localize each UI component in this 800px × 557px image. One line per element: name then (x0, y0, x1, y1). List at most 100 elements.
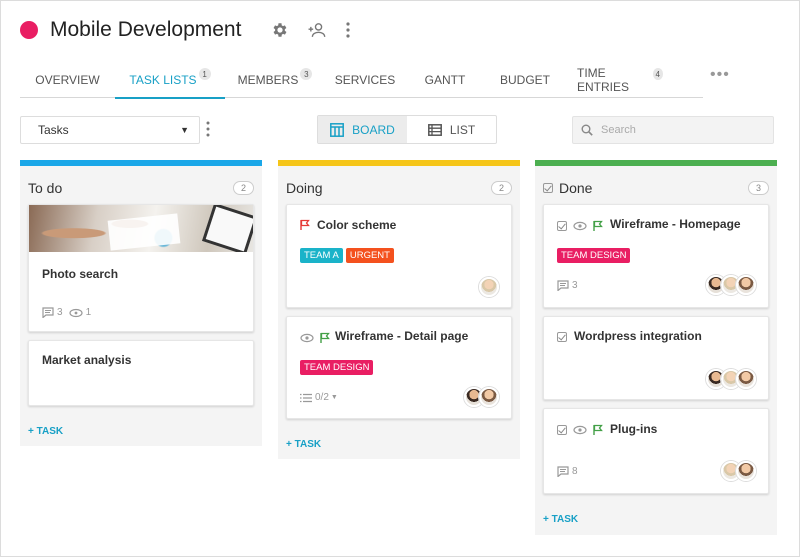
tab-label: GANTT (424, 73, 466, 87)
tab-task-lists[interactable]: TASK LISTS 1 (115, 62, 225, 99)
card-title: Wordpress integration (574, 329, 702, 343)
column-todo: To do 2 Photo search 3 1 Market analysis… (20, 160, 262, 446)
assignee-avatars (479, 277, 499, 297)
list-icon (427, 123, 442, 136)
tab-time-entries[interactable]: TIME ENTRIES 4 (565, 62, 675, 98)
column-title: To do (28, 180, 63, 196)
tab-services[interactable]: SERVICES (325, 62, 405, 98)
task-card-market-analysis[interactable]: Market analysis (28, 340, 254, 406)
comment-count: 3 (42, 307, 63, 318)
tab-label: BUDGET (499, 73, 550, 87)
assignee-avatars (721, 461, 756, 481)
view-count-value: 1 (85, 307, 92, 318)
checkbox-icon[interactable] (557, 332, 567, 342)
task-card-plug-ins[interactable]: Plug-ins 8 (543, 408, 769, 494)
add-task-button[interactable]: + TASK (286, 439, 321, 450)
caret-down-icon: ▼ (330, 394, 338, 401)
gear-icon[interactable] (271, 21, 289, 39)
card-title: Color scheme (317, 218, 397, 232)
comment-count-value: 8 (572, 466, 578, 477)
flag-icon (593, 424, 603, 435)
list-label: LIST (449, 122, 476, 137)
board-view-button[interactable]: BOARD (318, 116, 407, 143)
flag-icon (320, 332, 330, 343)
column-count: 2 (490, 181, 512, 195)
avatar[interactable] (479, 277, 499, 297)
tab-label: TIME ENTRIES (577, 66, 630, 94)
flag-icon (300, 219, 310, 230)
task-card-wireframe-detail[interactable]: Wireframe - Detail page TEAM DESIGN 0/2 … (286, 316, 512, 419)
tab-overview[interactable]: OVERVIEW (20, 62, 115, 98)
more-horiz-icon[interactable]: ••• (710, 66, 730, 84)
eye-icon (573, 221, 587, 231)
tag-team-a: TEAM A (300, 248, 343, 263)
checklist-value: 0/2 (315, 392, 329, 403)
tag-team-design: TEAM DESIGN (557, 248, 631, 263)
task-card-photo-search[interactable]: Photo search 3 1 (28, 204, 254, 332)
view-count: 1 (68, 307, 92, 318)
comment-count-value: 3 (572, 280, 578, 291)
tab-members[interactable]: MEMBERS 3 (225, 62, 325, 98)
search-box (572, 116, 774, 144)
project-title: Mobile Development (50, 18, 242, 41)
assignee-avatars (706, 369, 756, 389)
column-header: Done 3 (535, 172, 777, 204)
column-color-bar (278, 160, 520, 166)
column-header: To do 2 (20, 172, 262, 204)
avatar[interactable] (736, 275, 756, 295)
card-title: Wireframe - Detail page (335, 329, 469, 343)
tag-team-design: TEAM DESIGN (300, 360, 374, 375)
caret-down-icon: ▼ (180, 125, 189, 135)
search-input[interactable] (601, 124, 761, 136)
add-task-button[interactable]: + TASK (28, 426, 63, 437)
assignee-avatars (464, 387, 499, 407)
view-toggle: BOARD LIST (317, 115, 497, 144)
task-card-wordpress-integration[interactable]: Wordpress integration (543, 316, 769, 400)
comment-count: 3 (557, 280, 578, 291)
comment-count-value: 3 (57, 307, 63, 318)
assignee-avatars (706, 275, 756, 295)
more-vert-icon[interactable] (345, 22, 351, 38)
tab-budget[interactable]: BUDGET (485, 62, 565, 98)
avatar[interactable] (736, 461, 756, 481)
column-title-text: Done (559, 180, 593, 196)
column-count: 2 (232, 181, 254, 195)
add-task-button[interactable]: + TASK (543, 514, 578, 525)
checklist-progress[interactable]: 0/2 ▼ (300, 392, 338, 403)
comment-icon (557, 466, 569, 477)
column-color-bar (20, 160, 262, 166)
column-title: Doing (286, 180, 323, 196)
task-card-wireframe-homepage[interactable]: Wireframe - Homepage TEAM DESIGN 3 (543, 204, 769, 308)
eye-icon (300, 333, 314, 343)
tab-badge: 3 (300, 68, 313, 80)
comment-count: 8 (557, 466, 578, 477)
tab-gantt[interactable]: GANTT (405, 62, 485, 98)
avatar[interactable] (479, 387, 499, 407)
select-value: Tasks (38, 123, 69, 137)
more-vert-icon[interactable] (205, 121, 211, 142)
column-count: 3 (747, 181, 769, 195)
card-title: Wireframe - Homepage (610, 217, 741, 231)
checkbox-icon[interactable] (557, 221, 567, 231)
add-member-icon[interactable] (307, 21, 327, 39)
list-view-button[interactable]: LIST (407, 116, 496, 143)
comment-icon (42, 307, 54, 318)
column-title: Done (543, 180, 592, 196)
column-header: Doing 2 (278, 172, 520, 204)
avatar[interactable] (736, 369, 756, 389)
comment-icon (557, 280, 569, 291)
tab-badge: 1 (198, 68, 211, 80)
column-color-bar (535, 160, 777, 166)
task-list-select[interactable]: Tasks ▼ (20, 116, 200, 144)
column-done: Done 3 Wireframe - Homepage TEAM DESIGN … (535, 160, 777, 535)
tab-label: MEMBERS (237, 73, 299, 87)
task-card-color-scheme[interactable]: Color scheme TEAM A URGENT (286, 204, 512, 308)
checkbox-icon[interactable] (557, 425, 567, 435)
project-header: Mobile Development (20, 17, 369, 43)
tab-label: SERVICES (334, 73, 396, 87)
tab-label: OVERVIEW (35, 73, 100, 87)
checkbox-icon (543, 183, 553, 193)
card-title: Plug-ins (610, 422, 658, 436)
search-icon (581, 124, 593, 136)
card-cover-image (29, 205, 253, 252)
